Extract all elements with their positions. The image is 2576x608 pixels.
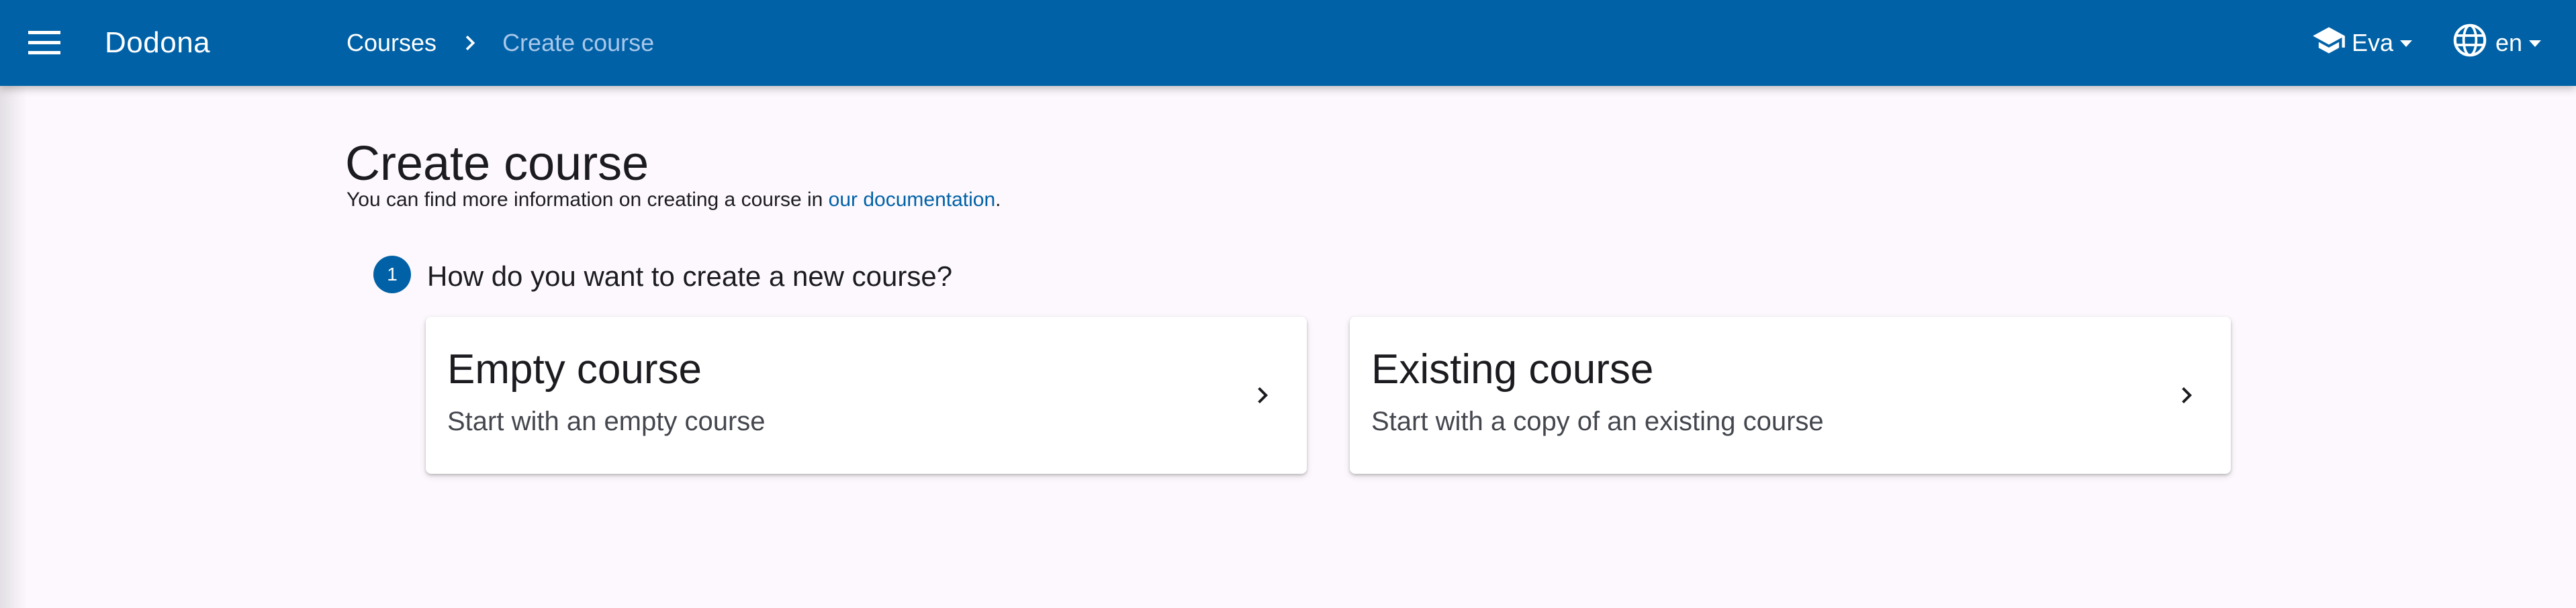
language-menu-button[interactable]: en [2451, 21, 2542, 65]
globe-icon [2451, 21, 2489, 65]
breadcrumb-item-courses[interactable]: Courses [347, 29, 436, 57]
language-menu-label: en [2495, 29, 2523, 56]
intro-text: You can find more information on creatin… [347, 187, 1001, 213]
step-number-badge: 1 [373, 256, 411, 293]
chevron-right-icon [455, 28, 485, 58]
breadcrumb-current: Create course [502, 29, 655, 56]
user-menu-button[interactable]: Eva [2310, 21, 2413, 64]
brand-logo[interactable]: Dodona [105, 21, 210, 64]
caret-down-icon [2529, 40, 2542, 47]
chevron-right-icon [2170, 379, 2203, 411]
step-question: How do you want to create a new course? [427, 260, 953, 292]
app-bar: Dodona Courses Create course Eva en [0, 0, 2576, 86]
hamburger-menu-icon[interactable] [27, 27, 64, 59]
breadcrumb: Courses Create course [347, 21, 654, 64]
option-subtitle: Start with an empty course [447, 407, 766, 436]
existing-course-option[interactable]: Existing course Start with a copy of an … [1350, 317, 2231, 474]
option-title: Existing course [1371, 346, 1654, 393]
option-title: Empty course [447, 346, 702, 393]
empty-course-option[interactable]: Empty course Start with an empty course [426, 317, 1307, 474]
user-menu-label: Eva [2352, 29, 2394, 56]
intro-text-before: You can find more information on creatin… [347, 189, 829, 211]
documentation-link[interactable]: our documentation [829, 189, 996, 211]
option-subtitle: Start with a copy of an existing course [1371, 407, 1824, 436]
intro-text-after: . [995, 189, 1001, 211]
caret-down-icon [2400, 40, 2413, 47]
school-cap-icon [2310, 23, 2348, 64]
drawer-edge-shadow [0, 86, 27, 608]
chevron-right-icon [1246, 379, 1279, 411]
